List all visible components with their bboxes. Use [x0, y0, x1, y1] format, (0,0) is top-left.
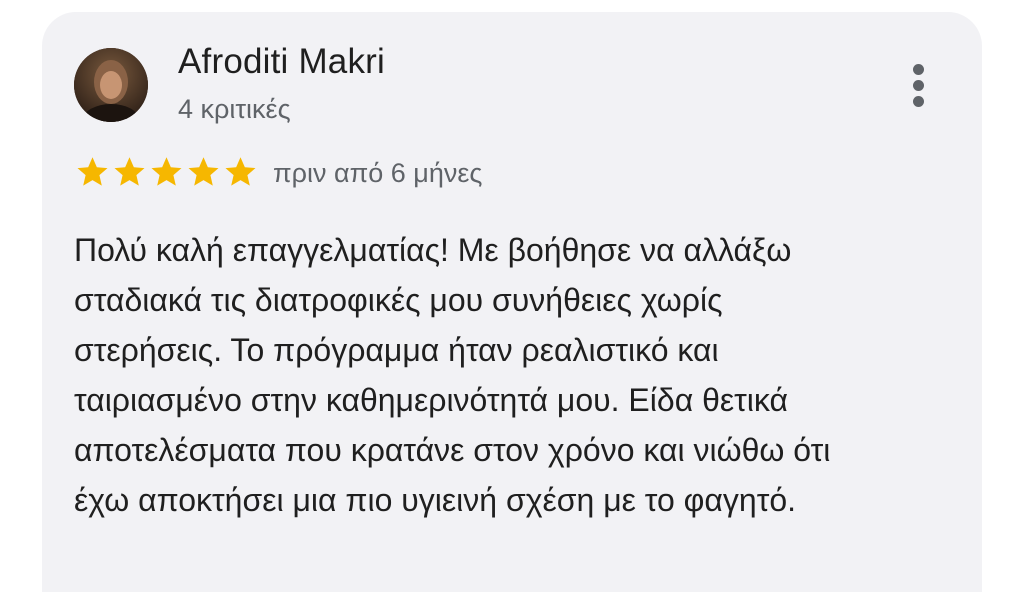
more-options-button[interactable]: [902, 60, 936, 112]
review-text-line: αποτελέσματα που κρατάνε στον χρόνο και …: [74, 432, 831, 468]
more-vertical-icon: [913, 64, 924, 75]
review-card: Afroditi Makri 4 κριτικές πριν από 6 μήν…: [42, 12, 982, 592]
star-icon: [151, 157, 182, 186]
avatar-photo: [74, 48, 148, 122]
review-text-line: στερήσεις. Το πρόγραμμα ήταν ρεαλιστικό …: [74, 332, 719, 368]
review-text-line: έχω αποκτήσει μια πιο υγιεινή σχέση με τ…: [74, 482, 797, 518]
review-text-line: Πολύ καλή επαγγελματίας! Με βοήθησε να α…: [74, 232, 792, 268]
avatar[interactable]: [74, 48, 148, 122]
review-text: Πολύ καλή επαγγελματίας! Με βοήθησε να α…: [74, 225, 974, 525]
star-rating: [74, 154, 259, 190]
more-vertical-icon-dot: [913, 96, 924, 107]
review-text-line: ταιριασμένο στην καθημερινότητά μου. Είδ…: [74, 382, 788, 418]
star-icon: [225, 157, 256, 186]
star-icon: [114, 157, 145, 186]
review-date: πριν από 6 μήνες: [273, 158, 483, 188]
review-count: 4 κριτικές: [178, 94, 291, 124]
review-text-line: σταδιακά τις διατροφικές μου συνήθειες χ…: [74, 282, 723, 318]
star-icon: [188, 157, 219, 186]
more-vertical-icon-dot: [913, 80, 924, 91]
star-icon: [77, 157, 108, 186]
reviewer-name[interactable]: Afroditi Makri: [178, 42, 385, 82]
